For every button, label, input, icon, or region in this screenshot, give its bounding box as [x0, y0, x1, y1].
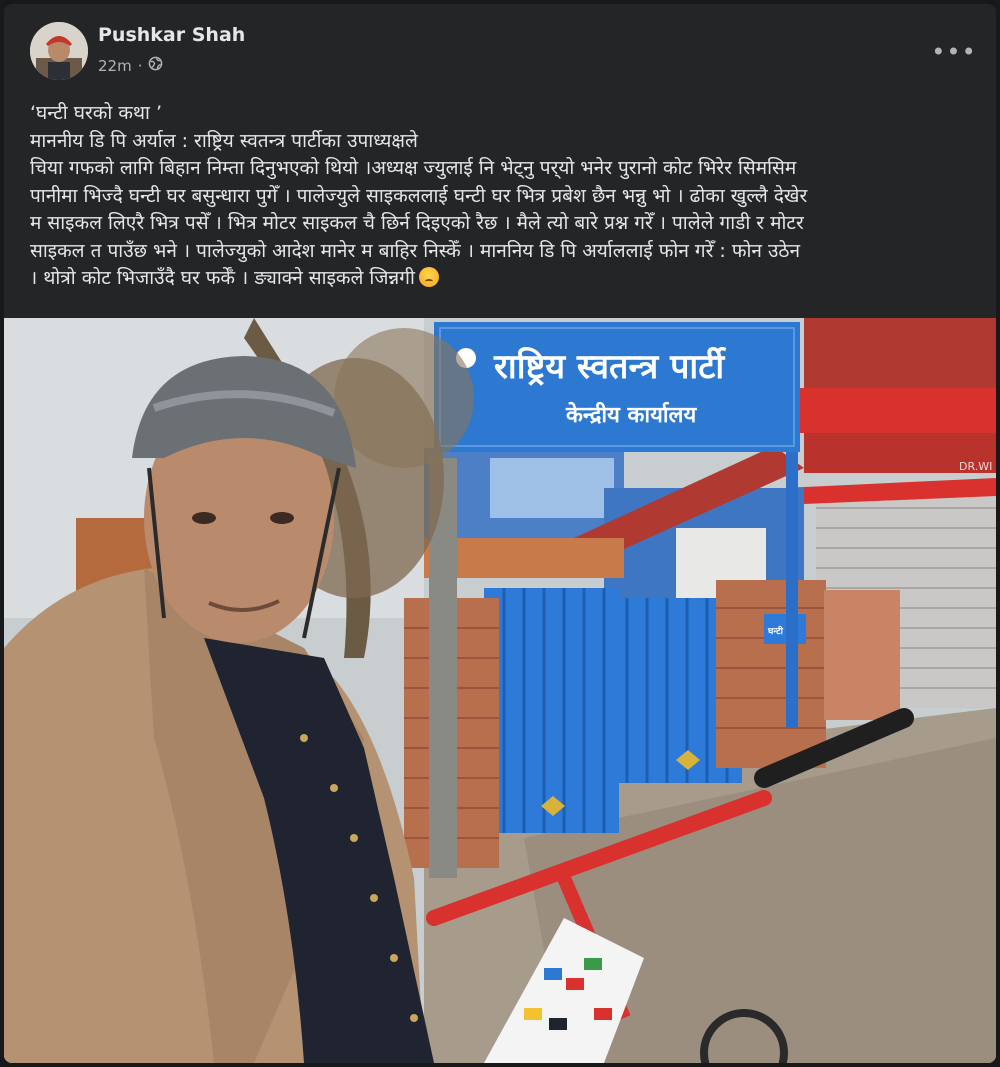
- post-text: ‘घन्टी घरको कथा ’ माननीय डि पि अर्याल : …: [30, 100, 980, 293]
- more-options-button[interactable]: •••: [931, 32, 977, 72]
- post-text-line-last: । थोत्रो कोट भिजाउँदै घर फर्केँ । ङ्याक्…: [30, 265, 980, 293]
- post-text-line: म साइकल लिएरै भित्र पसेँ । भित्र मोटर सा…: [30, 212, 804, 234]
- post-meta: 22m ·: [98, 56, 163, 75]
- crying-face-icon: [418, 267, 439, 287]
- signboard-title: राष्ट्रिय स्वतन्त्र पार्टी: [493, 346, 726, 387]
- post-card: Pushkar Shah 22m · ••• ‘घन्टी घरको कथा ’…: [4, 4, 996, 1063]
- post-text-line: साइकल त पाउँछ भने । पालेज्युको आदेश माने…: [30, 239, 801, 262]
- post-text-line: चिया गफको लागि बिहान निम्ता दिनुभएको थिय…: [30, 157, 797, 179]
- post-time[interactable]: 22m: [98, 57, 132, 75]
- post-text-line: माननीय डि पि अर्याल : राष्ट्रिय स्वतन्त्…: [30, 129, 418, 152]
- shop-sign: DR.WI: [959, 460, 992, 473]
- avatar-image: [30, 22, 88, 80]
- globe-icon: [148, 56, 163, 75]
- post-photo[interactable]: DR.WI घन्टी घर राष्ट्रिय स्वतन्त्र पार्ट…: [4, 318, 996, 1063]
- more-options-icon: •••: [931, 38, 977, 66]
- post-text-line: पानीमा भिज्दै घन्टी घर बसुन्धारा पुगेँ ।…: [30, 184, 808, 207]
- post-text-fragment: । थोत्रो कोट भिजाउँदै घर फर्केँ । ङ्याक्…: [30, 267, 415, 289]
- signboard-subtitle: केन्द्रीय कार्यालय: [565, 401, 697, 428]
- party-signboard: [434, 322, 800, 452]
- post-text-line: ‘घन्टी घरको कथा ’: [30, 102, 163, 124]
- author-name[interactable]: Pushkar Shah: [98, 24, 245, 46]
- selfie-photo: DR.WI घन्टी घर राष्ट्रिय स्वतन्त्र पार्ट…: [4, 318, 996, 1063]
- avatar[interactable]: [30, 22, 88, 80]
- dot-separator: ·: [137, 56, 143, 75]
- post-header: Pushkar Shah 22m · •••: [4, 4, 996, 96]
